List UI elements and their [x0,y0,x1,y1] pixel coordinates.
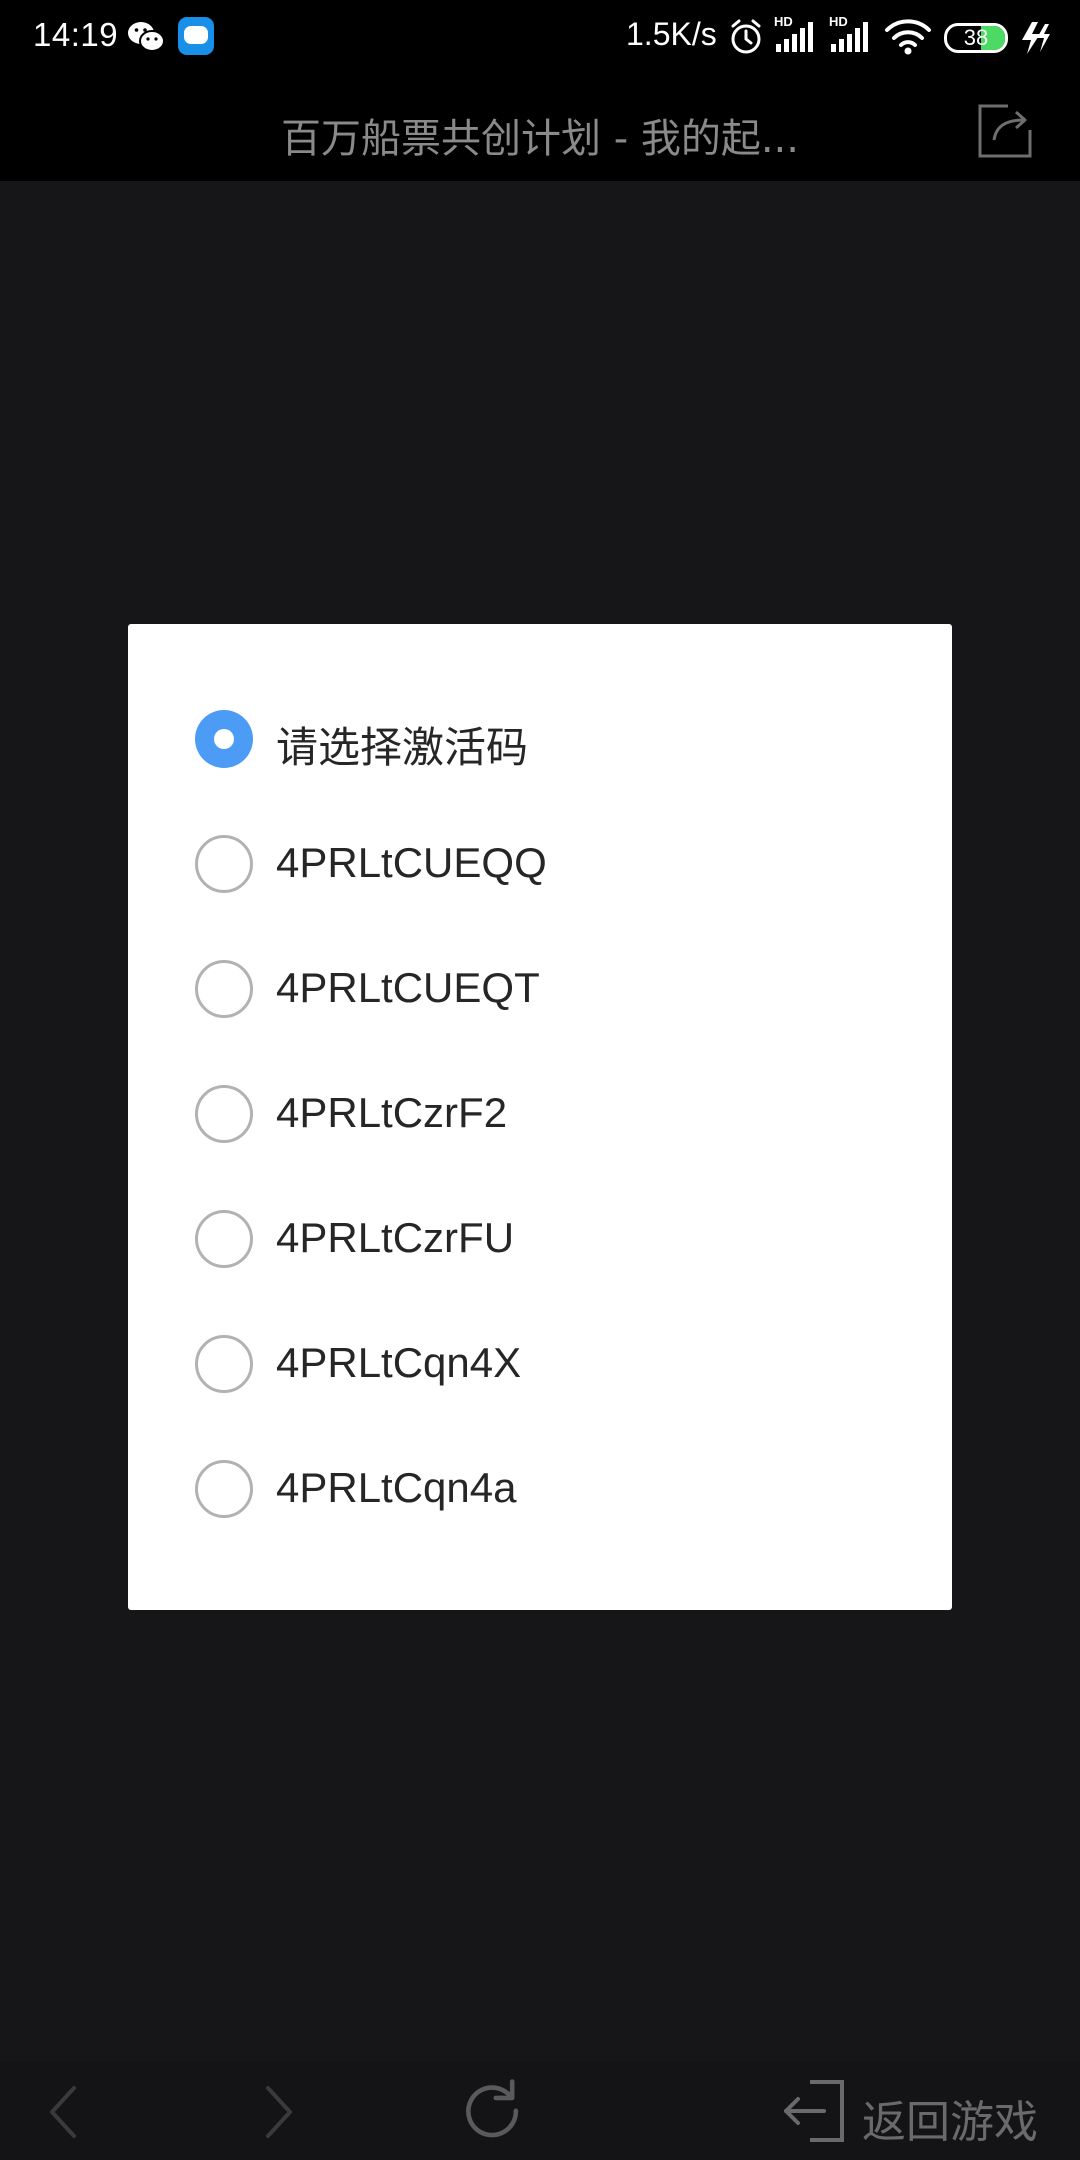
radio-button[interactable] [195,1210,253,1268]
page-title: 百万船票共创计划 - 我的起... [280,116,799,162]
back-to-game-label: 返回游戏 [862,2097,1038,2148]
battery-level: 38 [963,25,989,50]
wifi-icon [885,19,931,55]
option-label: 4PRLtCzrF2 [276,1089,508,1136]
activation-option-4prltczrf2[interactable]: 4PRLtCzrF2 [128,1064,952,1189]
signal-icon: HD [774,14,814,56]
refresh-icon [466,2079,519,2138]
status-time: 14:19 [33,16,119,53]
radio-button[interactable] [195,1335,253,1393]
option-label: 4PRLtCqn4a [276,1464,517,1511]
activation-option-4prltcueqt[interactable]: 4PRLtCUEQT [128,939,952,1064]
option-label: 4PRLtCzrFU [276,1214,515,1261]
alarm-icon [731,19,761,54]
option-label: 4PRLtCqn4X [276,1339,522,1386]
back-to-game-button[interactable]: 返回游戏 [780,2072,1070,2152]
radio-button[interactable] [195,710,253,768]
share-icon [978,104,1032,158]
activation-option-4prltcueqq[interactable]: 4PRLtCUEQQ [128,814,952,939]
network-speed: 1.5K/s [626,16,717,52]
chevron-left-icon [50,2086,76,2138]
app-notification-icon [178,17,214,55]
activation-option-4prltcqn4a[interactable]: 4PRLtCqn4a [128,1439,952,1564]
nav-back-button[interactable] [40,2080,88,2144]
bottom-nav-bar: 返回游戏 [0,2062,1080,2160]
title-bar: 百万船票共创计划 - 我的起... [0,78,1080,181]
refresh-button[interactable] [458,2076,528,2140]
battery-icon: 38 [944,23,1008,53]
option-label: 4PRLtCUEQT [276,964,540,1011]
charging-icon [1022,22,1050,54]
radio-button[interactable] [195,1460,253,1518]
option-label: 请选择激活码 [276,724,529,771]
status-bar: 14:19 1.5K/s HD HD 38 [0,0,1080,78]
signal-icon-secondary: HD [829,14,869,56]
chevron-right-icon [266,2086,292,2138]
nav-forward-button[interactable] [254,2080,302,2144]
activation-option-placeholder[interactable]: 请选择激活码 [128,689,952,814]
radio-button[interactable] [195,835,253,893]
share-button[interactable] [972,98,1036,162]
radio-button[interactable] [195,1085,253,1143]
activation-code-dialog: 请选择激活码 4PRLtCUEQQ 4PRLtCUEQT 4PRLtCzrF2 … [128,624,952,1610]
radio-button[interactable] [195,960,253,1018]
screen: 14:19 1.5K/s HD HD 38 百万船票共创计划 - 我的起... … [0,0,1080,2160]
activation-option-4prltcqn4x[interactable]: 4PRLtCqn4X [128,1314,952,1439]
activation-option-4prltczrfu[interactable]: 4PRLtCzrFU [128,1189,952,1314]
exit-icon [784,2080,844,2142]
wechat-icon [128,22,165,52]
activation-code-options: 请选择激活码 4PRLtCUEQQ 4PRLtCUEQT 4PRLtCzrF2 … [128,689,952,1564]
option-label: 4PRLtCUEQQ [276,839,547,886]
